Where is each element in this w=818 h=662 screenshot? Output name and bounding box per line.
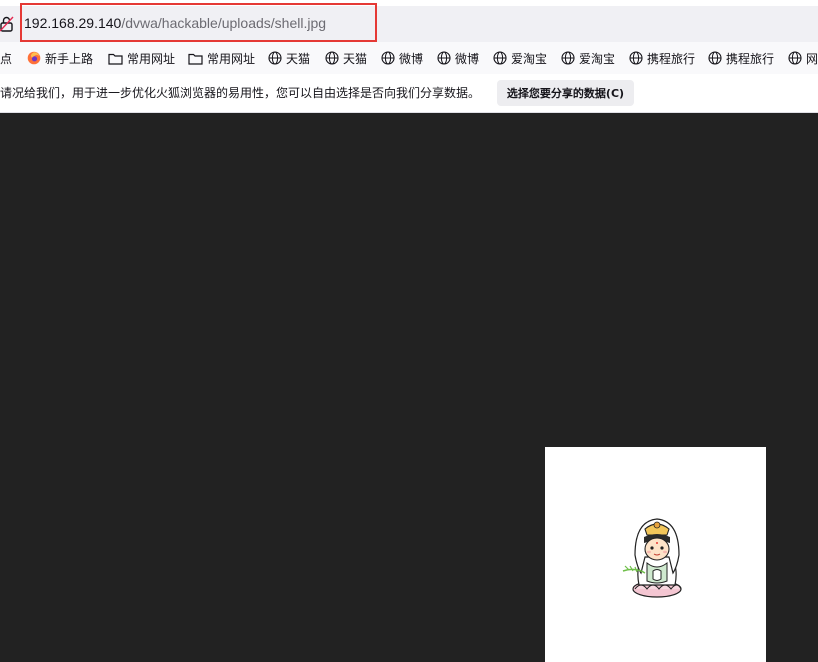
bookmark-label: 点 — [0, 51, 13, 66]
globe-icon — [561, 51, 579, 65]
bookmark-label: 携程旅行 — [647, 51, 696, 66]
bookmark-item[interactable]: 天猫 — [325, 48, 367, 68]
notification-message: 请况给我们，用于进一步优化火狐浏览器的易用性，您可以自由选择是否向我们分享数据。 — [0, 86, 481, 100]
bookmark-item[interactable]: 微博 — [381, 48, 423, 68]
bookmark-label: 天猫 — [286, 51, 311, 66]
cartoon-guanyin-image — [622, 518, 682, 598]
url-host: 192.168.29.140 — [24, 15, 122, 31]
bookmark-label: 微博 — [455, 51, 480, 66]
insecure-lock-icon[interactable] — [0, 16, 14, 32]
globe-icon — [381, 51, 399, 65]
notification-bar: 请况给我们，用于进一步优化火狐浏览器的易用性，您可以自由选择是否向我们分享数据。… — [0, 74, 818, 113]
globe-icon — [268, 51, 286, 65]
globe-icon — [325, 51, 343, 65]
firefox-icon — [27, 51, 45, 65]
uploaded-image[interactable] — [545, 447, 766, 662]
bookmark-label: 爱淘宝 — [579, 51, 616, 66]
url-text[interactable]: 192.168.29.140/dvwa/hackable/uploads/she… — [24, 14, 326, 32]
bookmark-item[interactable]: 点 — [0, 48, 12, 68]
bookmark-item[interactable]: 爱淘宝 — [493, 48, 547, 68]
bookmark-label: 常用网址 — [127, 51, 176, 66]
folder-icon — [108, 52, 127, 65]
globe-icon — [788, 51, 806, 65]
bookmarks-toolbar: 点 新手上路 常用网址 常用网址 天猫 天猫 微博 微博 爱淘宝 爱淘宝 携程旅行 携程旅行 网 — [0, 44, 818, 72]
bookmark-item[interactable]: 常用网址 — [108, 48, 175, 68]
url-path: /dvwa/hackable/uploads/shell.jpg — [121, 15, 327, 31]
globe-icon — [437, 51, 455, 65]
globe-icon — [629, 51, 647, 65]
bookmark-label: 网 — [806, 51, 818, 66]
choose-data-button[interactable]: 选择您要分享的数据(C) — [497, 80, 634, 106]
globe-icon — [708, 51, 726, 65]
bookmark-label: 微博 — [399, 51, 424, 66]
bookmark-item[interactable]: 天猫 — [268, 48, 310, 68]
bookmark-item[interactable]: 携程旅行 — [629, 48, 695, 68]
folder-icon — [188, 52, 207, 65]
bookmark-item[interactable]: 微博 — [437, 48, 479, 68]
bookmark-item[interactable]: 携程旅行 — [708, 48, 774, 68]
bookmark-label: 爱淘宝 — [511, 51, 548, 66]
bookmark-label: 携程旅行 — [726, 51, 775, 66]
bookmark-label: 新手上路 — [45, 51, 94, 66]
bookmark-item[interactable]: 爱淘宝 — [561, 48, 615, 68]
bookmark-item[interactable]: 新手上路 — [27, 48, 93, 68]
globe-icon — [493, 51, 511, 65]
address-bar[interactable]: 192.168.29.140/dvwa/hackable/uploads/she… — [0, 6, 818, 42]
bookmark-item[interactable]: 网 — [788, 48, 818, 68]
bookmark-item[interactable]: 常用网址 — [188, 48, 255, 68]
bookmark-label: 天猫 — [343, 51, 368, 66]
image-viewer — [0, 113, 818, 662]
bookmark-label: 常用网址 — [207, 51, 256, 66]
